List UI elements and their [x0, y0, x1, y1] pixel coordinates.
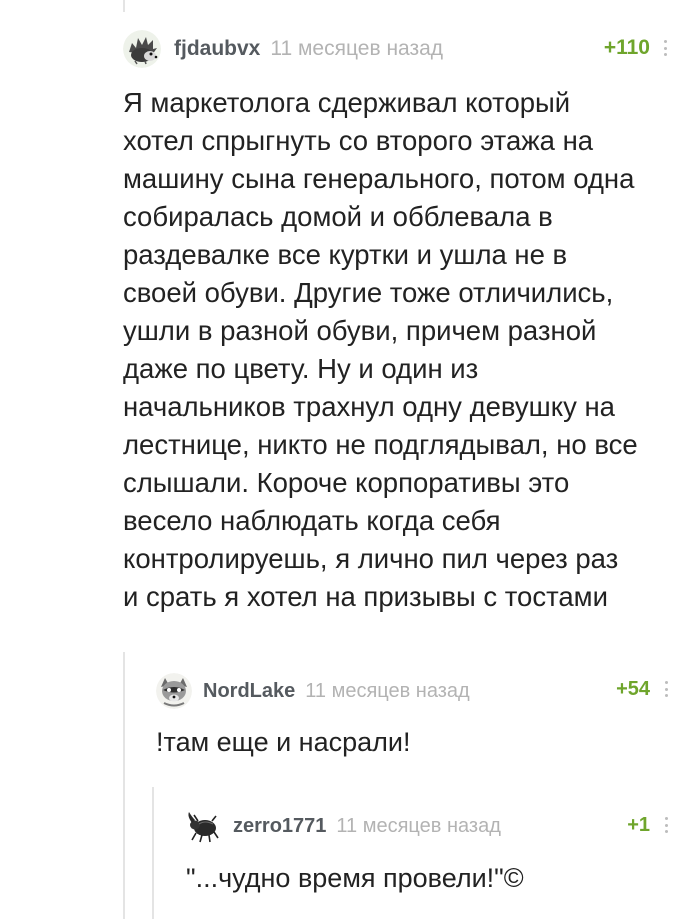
comment-text: "...чудно время провели!"© — [186, 863, 524, 893]
rhino-beetle-avatar-icon[interactable] — [185, 808, 221, 844]
timestamp[interactable]: 11 месяцев назад — [336, 815, 500, 838]
username[interactable]: zerro1771 — [233, 815, 326, 838]
comment-zerro1771: zerro1771 11 месяцев назад +1 "...чудно … — [0, 0, 700, 919]
comment-header: zerro1771 11 месяцев назад — [185, 808, 501, 844]
comment-rating: +1 — [627, 814, 650, 836]
more-options-icon[interactable] — [665, 817, 669, 833]
comment-thread: fjdaubvx 11 месяцев назад +110 Я маркето… — [0, 0, 700, 919]
